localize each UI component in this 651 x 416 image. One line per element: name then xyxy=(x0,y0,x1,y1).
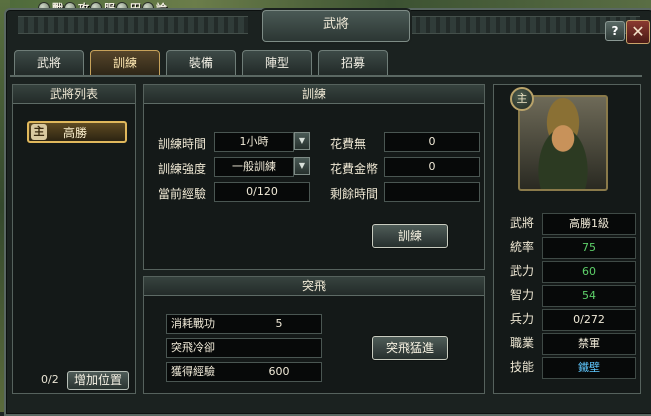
stat-label: 職業 xyxy=(509,336,534,350)
exp-gain-row: 獲得經驗 600 xyxy=(166,362,322,382)
training-intensity-select[interactable]: 一般訓練 xyxy=(214,157,294,177)
breakthrough-panel: 突飛 消耗戰功 5 突飛冷卻 獲得經驗 600 突飛猛進 xyxy=(143,276,485,394)
main-general-badge: 主 xyxy=(510,87,534,111)
cooldown-row: 突飛冷卻 xyxy=(166,338,322,358)
training-time-select[interactable]: 1小時 xyxy=(214,132,294,152)
merit-cost-label: 消耗戰功 xyxy=(171,317,215,330)
roster-slot-count: 0/2 xyxy=(41,373,59,386)
roster-panel: 武將列表 主 高勝 0/2 增加位置 xyxy=(12,84,136,394)
cooldown-label: 突飛冷卻 xyxy=(171,341,215,354)
window-title: 武將 xyxy=(262,10,410,42)
tab-equipment[interactable]: 裝備 xyxy=(166,50,236,76)
cost-label: 花費無 xyxy=(330,137,367,151)
exp-gain-value: 600 xyxy=(268,365,290,378)
stat-label: 武將 xyxy=(509,216,534,230)
gold-cost-value: 0 xyxy=(384,157,480,177)
tab-recruit[interactable]: 招募 xyxy=(318,50,388,76)
tab-divider xyxy=(10,75,642,77)
tab-formation[interactable]: 陣型 xyxy=(242,50,312,76)
stat-row-troops: 兵力 0/272 xyxy=(504,309,636,331)
stat-label: 武力 xyxy=(509,264,534,278)
breakthrough-button[interactable]: 突飛猛進 xyxy=(372,336,448,360)
title-ornament-left xyxy=(18,16,248,34)
add-slot-button[interactable]: 增加位置 xyxy=(67,371,129,390)
cost-value: 0 xyxy=(384,132,480,152)
training-header: 訓練 xyxy=(144,85,484,104)
training-intensity-label: 訓練強度 xyxy=(158,162,207,176)
stat-row-force: 武力 60 xyxy=(504,261,636,283)
stat-row-skill: 技能 鐵壁 xyxy=(504,357,636,379)
stat-row-intelligence: 智力 54 xyxy=(504,285,636,307)
stat-value[interactable]: 鐵壁 xyxy=(542,357,636,379)
gold-cost-label: 花費金幣 xyxy=(330,162,379,176)
stat-row-general: 武將 高勝1級 xyxy=(504,213,636,235)
training-panel: 訓練 訓練時間 1小時 ▼ 訓練強度 一般訓練 ▼ 當前經驗 0/120 花費無… xyxy=(143,84,485,270)
chevron-down-icon[interactable]: ▼ xyxy=(294,157,310,175)
stat-value: 高勝1級 xyxy=(542,213,636,235)
chevron-down-icon[interactable]: ▼ xyxy=(294,132,310,150)
tab-training[interactable]: 訓練 xyxy=(90,50,160,76)
roster-list-item[interactable]: 主 高勝 xyxy=(27,121,127,143)
stat-value: 75 xyxy=(542,237,636,259)
current-exp-value: 0/120 xyxy=(214,182,310,202)
stat-value: 禁軍 xyxy=(542,333,636,355)
merit-cost-row: 消耗戰功 5 xyxy=(166,314,322,334)
tab-general[interactable]: 武將 xyxy=(14,50,84,76)
stat-label: 智力 xyxy=(509,288,534,302)
merit-cost-value: 5 xyxy=(275,317,283,330)
stat-label: 兵力 xyxy=(509,312,534,326)
remaining-time-value xyxy=(384,182,480,202)
main-general-badge: 主 xyxy=(31,124,47,140)
close-button[interactable]: ✕ xyxy=(626,20,650,44)
stat-row-leadership: 統率 75 xyxy=(504,237,636,259)
stat-row-class: 職業 禁軍 xyxy=(504,333,636,355)
stat-label: 技能 xyxy=(509,360,534,374)
train-button[interactable]: 訓練 xyxy=(372,224,448,248)
roster-item-name: 高勝 xyxy=(63,126,88,140)
remaining-time-label: 剩餘時間 xyxy=(330,187,379,201)
general-portrait xyxy=(518,95,608,191)
breakthrough-header: 突飛 xyxy=(144,277,484,296)
current-exp-label: 當前經驗 xyxy=(158,187,207,201)
roster-header: 武將列表 xyxy=(13,85,135,104)
stat-value: 60 xyxy=(542,261,636,283)
training-time-label: 訓練時間 xyxy=(158,137,207,151)
general-stats-panel: 主 武將 高勝1級 統率 75 武力 60 智力 54 兵力 0/272 職業 … xyxy=(493,84,641,394)
help-button[interactable]: ? xyxy=(605,21,625,41)
exp-gain-label: 獲得經驗 xyxy=(171,365,215,378)
stat-value: 0/272 xyxy=(542,309,636,331)
stat-label: 統率 xyxy=(509,240,534,254)
stat-value: 54 xyxy=(542,285,636,307)
